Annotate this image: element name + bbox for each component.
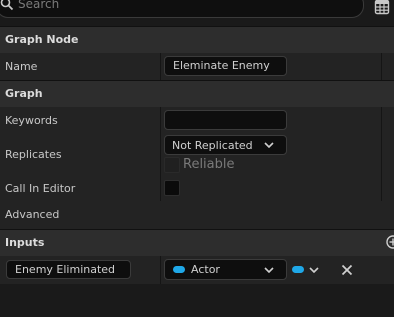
pin-type-icon: [173, 266, 185, 273]
reliable-label: Reliable: [183, 157, 235, 172]
search-input[interactable]: [18, 0, 348, 12]
keywords-field[interactable]: [164, 110, 287, 130]
chevron-down-icon: [264, 142, 274, 148]
column-divider: [160, 133, 161, 176]
column-divider: [381, 53, 382, 80]
column-divider: [381, 107, 382, 133]
call-in-editor-label: Call In Editor: [5, 182, 76, 195]
input-param-type-label: Actor: [191, 263, 220, 276]
column-divider: [160, 176, 161, 201]
name-field[interactable]: Eleminate Enemy: [164, 56, 287, 76]
section-title-inputs: Inputs: [5, 236, 45, 249]
name-label: Name: [5, 60, 38, 73]
column-divider: [160, 107, 161, 133]
call-in-editor-checkbox[interactable]: [164, 180, 180, 196]
column-divider: [381, 133, 382, 176]
advanced-label: Advanced: [5, 208, 60, 221]
section-title-graph-node: Graph Node: [5, 33, 79, 46]
section-title-graph: Graph: [5, 87, 43, 100]
keywords-label: Keywords: [5, 114, 58, 127]
add-circle-icon[interactable]: [386, 235, 394, 249]
chevron-down-icon[interactable]: [309, 267, 319, 273]
chevron-down-icon: [264, 267, 274, 273]
search-icon: [0, 0, 14, 11]
section-header-graph[interactable]: [0, 80, 394, 108]
empty-panel-area: [0, 284, 394, 317]
replicates-value: Not Replicated: [172, 139, 253, 152]
input-param-name-field[interactable]: Enemy Eliminated: [6, 260, 131, 279]
replicates-label: Replicates: [5, 148, 62, 161]
grid-view-icon[interactable]: [374, 0, 390, 15]
column-divider: [381, 176, 382, 201]
close-icon[interactable]: [341, 264, 353, 276]
column-divider: [160, 53, 161, 80]
container-type-icon[interactable]: [292, 266, 304, 273]
section-header-inputs[interactable]: [0, 229, 394, 257]
column-divider: [160, 256, 161, 284]
reliable-checkbox[interactable]: [164, 157, 180, 173]
